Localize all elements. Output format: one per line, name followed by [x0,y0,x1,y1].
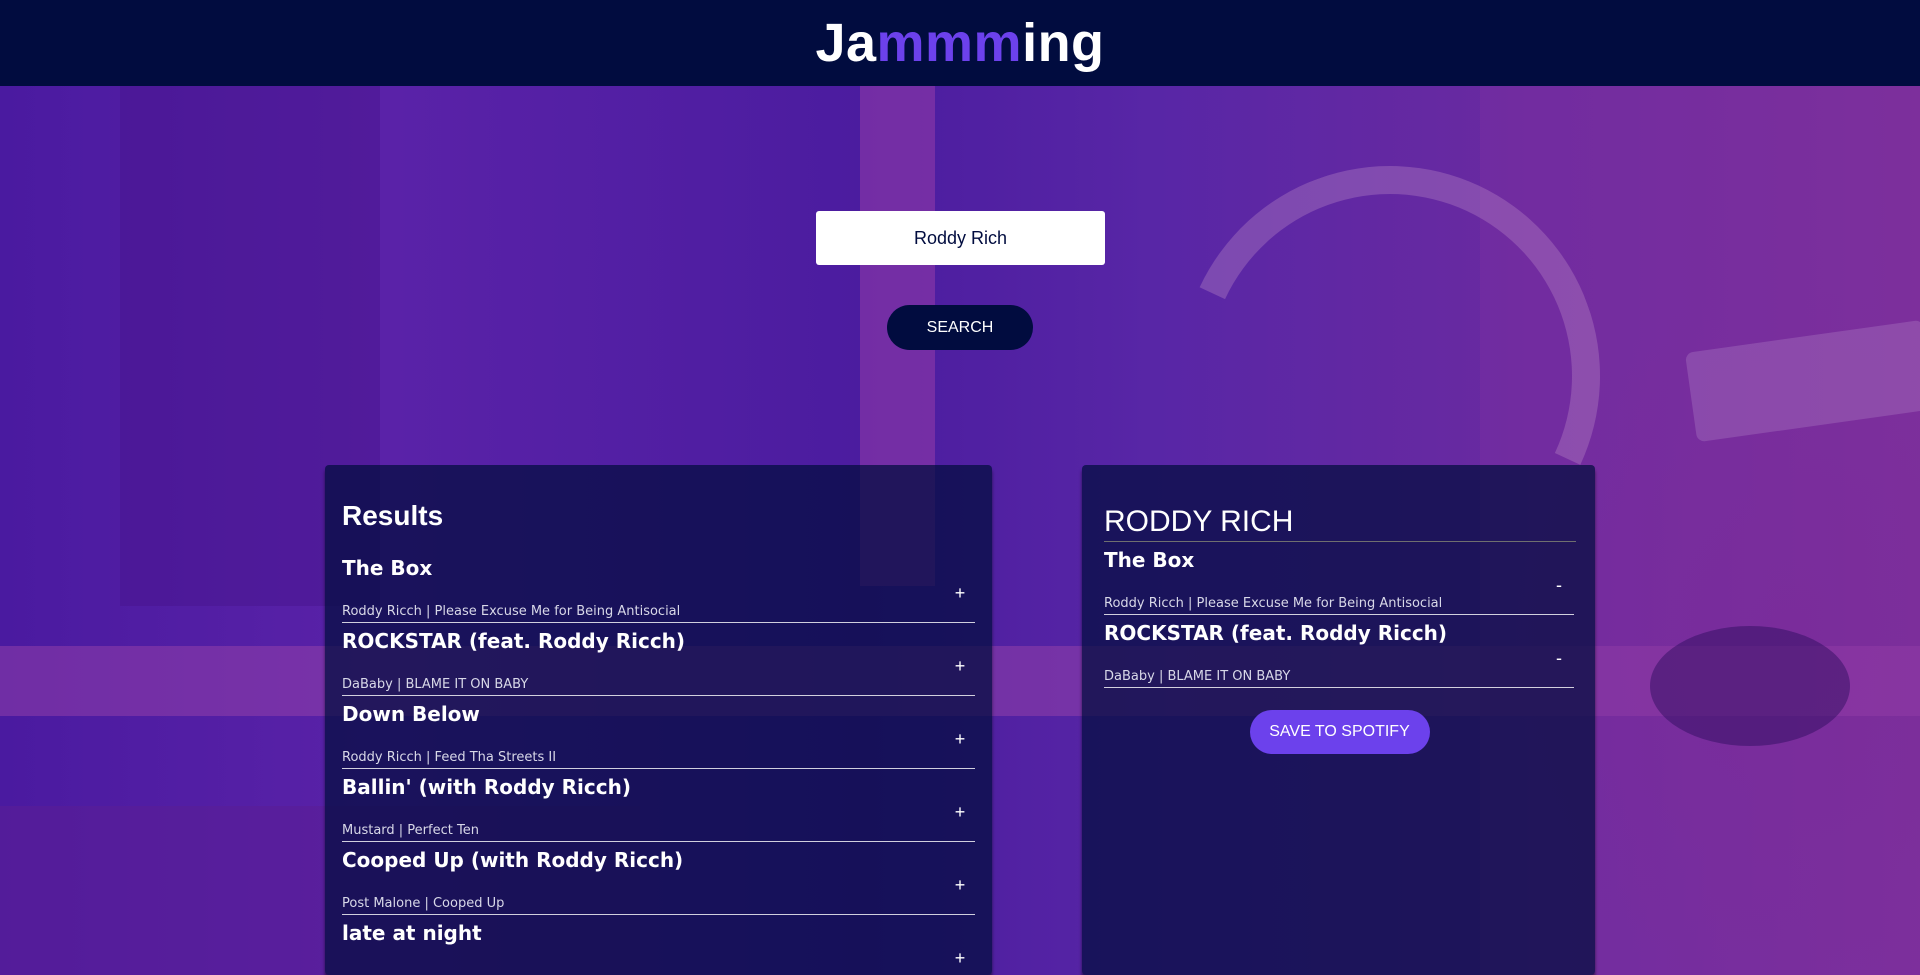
add-track-button[interactable]: + [945,656,975,677]
app-title: Jammming [815,16,1104,70]
track-name: Cooped Up (with Roddy Ricch) [342,848,684,872]
add-track-button[interactable]: + [945,802,975,823]
add-track-button[interactable]: + [945,583,975,604]
playlist-name-input[interactable] [1104,505,1576,542]
track-name: The Box [1104,548,1195,572]
app-title-highlight: mmm [876,13,1023,73]
track-artist-album: DaBaby | BLAME IT ON BABY [1104,669,1291,684]
results-heading: Results [342,500,444,531]
track-name: The Box [342,556,433,580]
track-row: Down Below Roddy Ricch | Feed Tha Street… [342,696,975,769]
track-info: The Box Roddy Ricch | Please Excuse Me f… [1104,546,1544,614]
track-row: Cooped Up (with Roddy Ricch) Post Malone… [342,842,975,915]
add-track-button[interactable]: + [945,948,975,969]
track-info: ROCKSTAR (feat. Roddy Ricch) DaBaby | BL… [342,627,945,695]
track-info: Ballin' (with Roddy Ricch) Mustard | Per… [342,773,945,841]
eye-shape [1650,626,1850,746]
track-artist-album: Roddy Ricch | Feed Tha Streets II [342,750,557,765]
add-track-button[interactable]: + [945,729,975,750]
track-info: Cooped Up (with Roddy Ricch) Post Malone… [342,846,945,914]
track-info: Down Below Roddy Ricch | Feed Tha Street… [342,700,945,768]
track-artist-album: Roddy Ricch | Please Excuse Me for Being… [1104,596,1443,611]
track-name: Ballin' (with Roddy Ricch) [342,775,631,799]
track-name: late at night [342,921,482,945]
track-artist-album: Roddy Ricch | Please Excuse Me for Being… [342,604,681,619]
track-info: ROCKSTAR (feat. Roddy Ricch) DaBaby | BL… [1104,619,1544,687]
track-info: late at night [342,919,945,975]
playlist-panel: The Box Roddy Ricch | Please Excuse Me f… [1082,465,1595,975]
search-input[interactable] [816,211,1105,265]
results-track-list: The Box Roddy Ricch | Please Excuse Me f… [342,550,975,975]
track-artist-album: Mustard | Perfect Ten [342,823,479,838]
track-name: Down Below [342,702,480,726]
remove-track-button[interactable]: - [1544,575,1574,596]
search-button[interactable]: SEARCH [887,305,1033,350]
track-artist-album: DaBaby | BLAME IT ON BABY [342,677,529,692]
track-row: ROCKSTAR (feat. Roddy Ricch) DaBaby | BL… [342,623,975,696]
track-artist-album: Post Malone | Cooped Up [342,896,505,911]
playlist-track-list: The Box Roddy Ricch | Please Excuse Me f… [1104,542,1575,688]
track-name: ROCKSTAR (feat. Roddy Ricch) [342,629,686,653]
app-header: Jammming [0,0,1920,86]
track-row: The Box Roddy Ricch | Please Excuse Me f… [342,550,975,623]
app-title-suffix: ing [1022,13,1105,73]
track-row: The Box Roddy Ricch | Please Excuse Me f… [1104,542,1574,615]
app-title-prefix: Ja [815,13,877,73]
results-panel: Results The Box Roddy Ricch | Please Exc… [325,465,992,975]
add-track-button[interactable]: + [945,875,975,896]
remove-track-button[interactable]: - [1544,648,1574,669]
track-row: Ballin' (with Roddy Ricch) Mustard | Per… [342,769,975,842]
save-to-spotify-button[interactable]: SAVE TO SPOTIFY [1249,710,1430,754]
track-info: The Box Roddy Ricch | Please Excuse Me f… [342,554,945,622]
track-row: ROCKSTAR (feat. Roddy Ricch) DaBaby | BL… [1104,615,1574,688]
track-name: ROCKSTAR (feat. Roddy Ricch) [1104,621,1448,645]
track-row: late at night + [342,915,975,975]
